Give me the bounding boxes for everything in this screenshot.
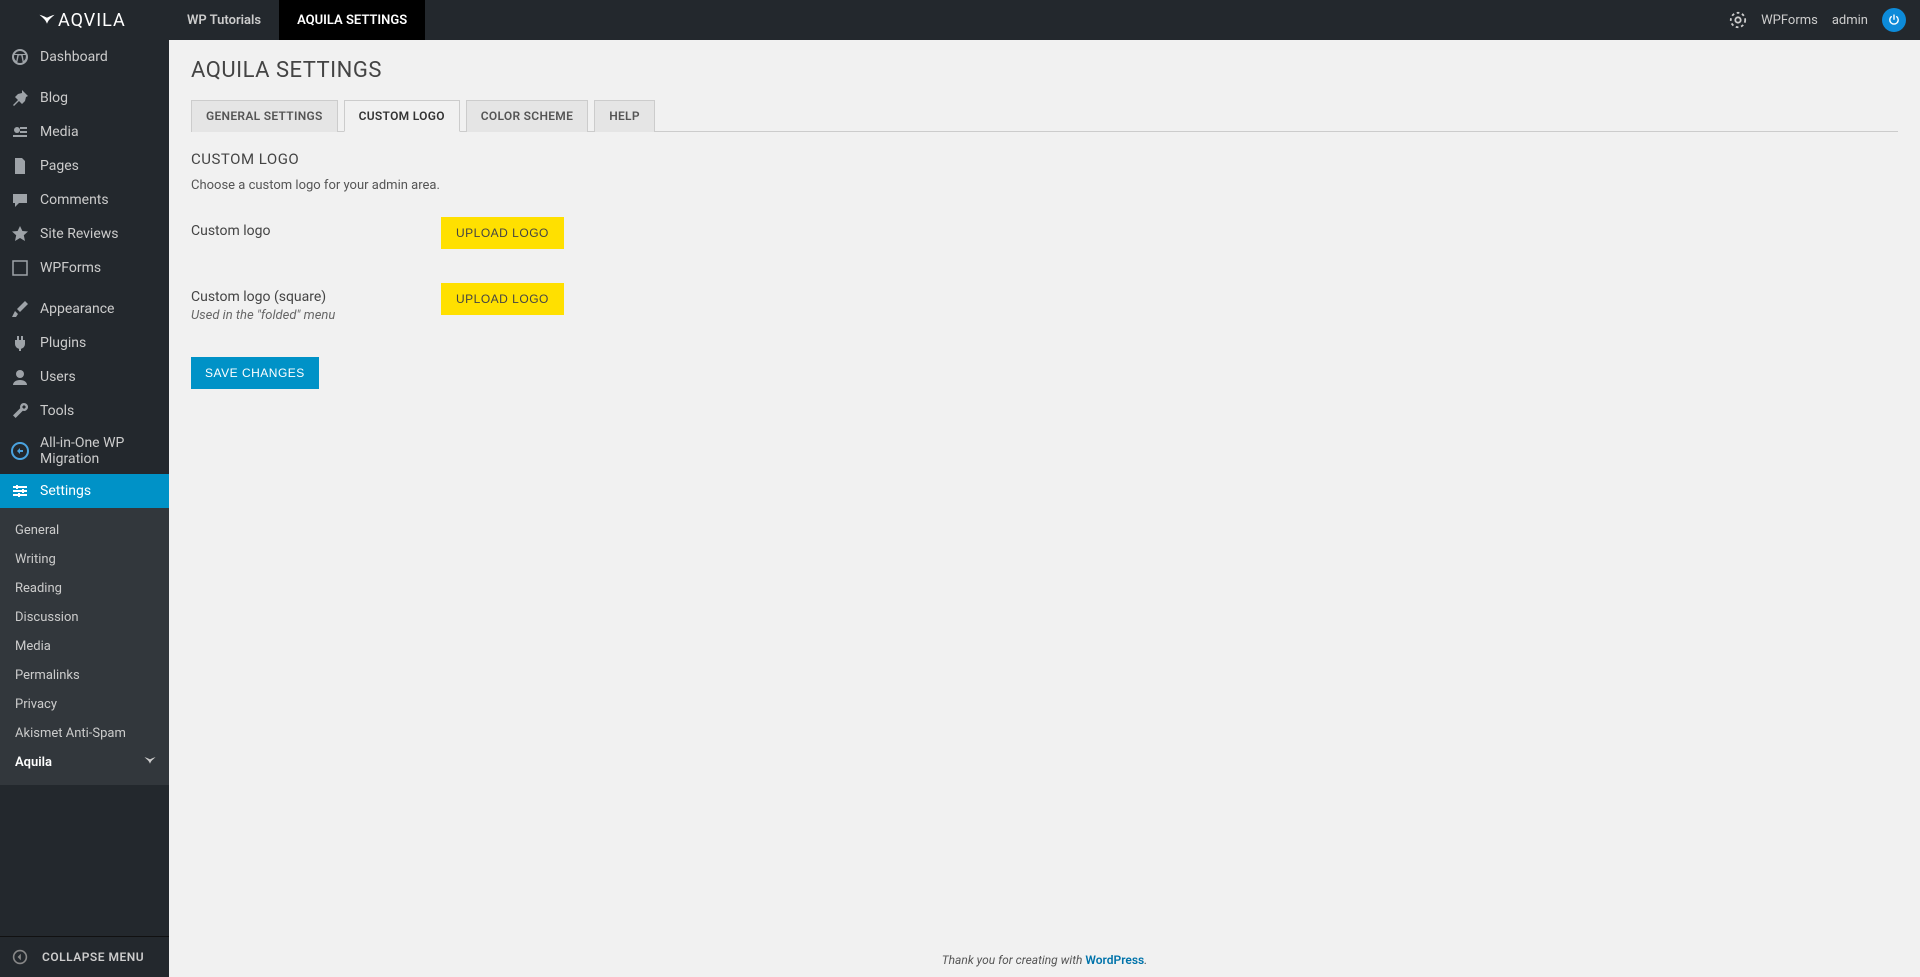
footer: Thank you for creating with WordPress. xyxy=(169,943,1920,977)
star-icon xyxy=(10,224,30,244)
submenu-privacy[interactable]: Privacy xyxy=(0,690,169,719)
field-label: Custom logo xyxy=(191,217,441,239)
brand-logo-text: AQVILA xyxy=(38,10,126,31)
tab-help[interactable]: HELP xyxy=(594,100,655,132)
sidebar-item-media[interactable]: Media xyxy=(0,115,169,149)
sidebar-item-label: Appearance xyxy=(40,301,114,317)
sidebar-item-settings[interactable]: Settings xyxy=(0,474,169,508)
sidebar-item-label: Media xyxy=(40,124,79,140)
sidebar-item-users[interactable]: Users xyxy=(0,360,169,394)
sidebar-item-site-reviews[interactable]: Site Reviews xyxy=(0,217,169,251)
settings-icon xyxy=(10,481,30,501)
media-icon xyxy=(10,122,30,142)
dashboard-icon xyxy=(10,47,30,67)
settings-submenu: General Writing Reading Discussion Media… xyxy=(0,508,169,785)
brush-icon xyxy=(10,299,30,319)
field-custom-logo: Custom logo UPLOAD LOGO xyxy=(191,217,1898,249)
collapse-icon xyxy=(10,947,30,967)
topbar-admin[interactable]: admin xyxy=(1832,13,1868,28)
settings-tabs: GENERAL SETTINGS CUSTOM LOGO COLOR SCHEM… xyxy=(191,99,1898,132)
sidebar-item-wpforms[interactable]: WPForms xyxy=(0,251,169,285)
collapse-label: COLLAPSE MENU xyxy=(42,950,144,964)
submenu-akismet[interactable]: Akismet Anti-Spam xyxy=(0,719,169,748)
power-button[interactable] xyxy=(1882,8,1906,32)
sidebar-item-migration[interactable]: All-in-One WP Migration xyxy=(0,428,169,474)
migrate-icon xyxy=(10,441,30,461)
sidebar-item-label: WPForms xyxy=(40,260,101,276)
form-table: Custom logo UPLOAD LOGO Custom logo (squ… xyxy=(191,217,1898,323)
submenu-writing[interactable]: Writing xyxy=(0,545,169,574)
pages-icon xyxy=(10,156,30,176)
sidebar-item-appearance[interactable]: Appearance xyxy=(0,292,169,326)
topbar-wpforms[interactable]: WPForms xyxy=(1761,13,1818,28)
submenu-aquila-label: Aquila xyxy=(15,755,52,770)
sidebar-item-label: Comments xyxy=(40,192,109,208)
user-icon xyxy=(10,367,30,387)
tab-custom-logo[interactable]: CUSTOM LOGO xyxy=(344,100,460,132)
sidebar-item-label: Tools xyxy=(40,403,74,419)
footer-period: . xyxy=(1144,953,1147,967)
field-label: Custom logo (square) Used in the "folded… xyxy=(191,283,441,323)
section-desc: Choose a custom logo for your admin area… xyxy=(191,178,1898,193)
sidebar-item-label: Blog xyxy=(40,90,68,106)
sidebar-item-pages[interactable]: Pages xyxy=(0,149,169,183)
sidebar-item-tools[interactable]: Tools xyxy=(0,394,169,428)
collapse-menu[interactable]: COLLAPSE MENU xyxy=(0,937,169,977)
help-icon[interactable] xyxy=(1729,11,1747,29)
submenu-aquila[interactable]: Aquila xyxy=(0,748,169,777)
sidebar-item-label: Settings xyxy=(40,483,91,499)
topbar: AQVILA WP Tutorials AQUILA SETTINGS WPFo… xyxy=(0,0,1920,40)
sidebar-item-label: Dashboard xyxy=(40,49,108,65)
brand-logo[interactable]: AQVILA xyxy=(0,0,169,40)
submenu-permalinks[interactable]: Permalinks xyxy=(0,661,169,690)
sidebar-item-label: Pages xyxy=(40,158,79,174)
upload-logo-square-button[interactable]: UPLOAD LOGO xyxy=(441,283,564,315)
section-title: CUSTOM LOGO xyxy=(191,150,1898,168)
field-label-text: Custom logo xyxy=(191,223,441,239)
bird-icon xyxy=(38,13,56,27)
footer-wordpress-link[interactable]: WordPress xyxy=(1085,953,1144,967)
bird-icon xyxy=(143,755,169,770)
sidebar: Dashboard Blog Media Pages Comments Site… xyxy=(0,40,169,977)
sidebar-item-label: Site Reviews xyxy=(40,226,119,242)
sidebar-item-label: Plugins xyxy=(40,335,86,351)
submenu-media[interactable]: Media xyxy=(0,632,169,661)
topbar-tabs: WP Tutorials AQUILA SETTINGS xyxy=(169,0,425,40)
field-label-text: Custom logo (square) xyxy=(191,289,441,305)
field-label-sub: Used in the "folded" menu xyxy=(191,308,441,323)
tab-color-scheme[interactable]: COLOR SCHEME xyxy=(466,100,588,132)
main-content: AQUILA SETTINGS GENERAL SETTINGS CUSTOM … xyxy=(169,40,1920,449)
topbar-tab-aquila-settings[interactable]: AQUILA SETTINGS xyxy=(279,0,425,40)
comments-icon xyxy=(10,190,30,210)
wrench-icon xyxy=(10,401,30,421)
sidebar-item-blog[interactable]: Blog xyxy=(0,81,169,115)
form-icon xyxy=(10,258,30,278)
plug-icon xyxy=(10,333,30,353)
sidebar-item-label: All-in-One WP Migration xyxy=(40,435,169,467)
tab-general-settings[interactable]: GENERAL SETTINGS xyxy=(191,100,338,132)
sidebar-item-label: Users xyxy=(40,369,76,385)
topbar-tab-wp-tutorials[interactable]: WP Tutorials xyxy=(169,0,279,40)
submenu-general[interactable]: General xyxy=(0,516,169,545)
power-icon xyxy=(1887,13,1901,27)
pin-icon xyxy=(10,88,30,108)
sidebar-item-comments[interactable]: Comments xyxy=(0,183,169,217)
submenu-reading[interactable]: Reading xyxy=(0,574,169,603)
footer-text: Thank you for creating with xyxy=(942,953,1086,967)
sidebar-item-plugins[interactable]: Plugins xyxy=(0,326,169,360)
sidebar-item-dashboard[interactable]: Dashboard xyxy=(0,40,169,74)
save-changes-button[interactable]: SAVE CHANGES xyxy=(191,357,319,389)
upload-logo-button[interactable]: UPLOAD LOGO xyxy=(441,217,564,249)
field-custom-logo-square: Custom logo (square) Used in the "folded… xyxy=(191,283,1898,323)
submenu-discussion[interactable]: Discussion xyxy=(0,603,169,632)
topbar-right: WPForms admin xyxy=(1729,8,1920,32)
page-title: AQUILA SETTINGS xyxy=(191,58,1898,83)
